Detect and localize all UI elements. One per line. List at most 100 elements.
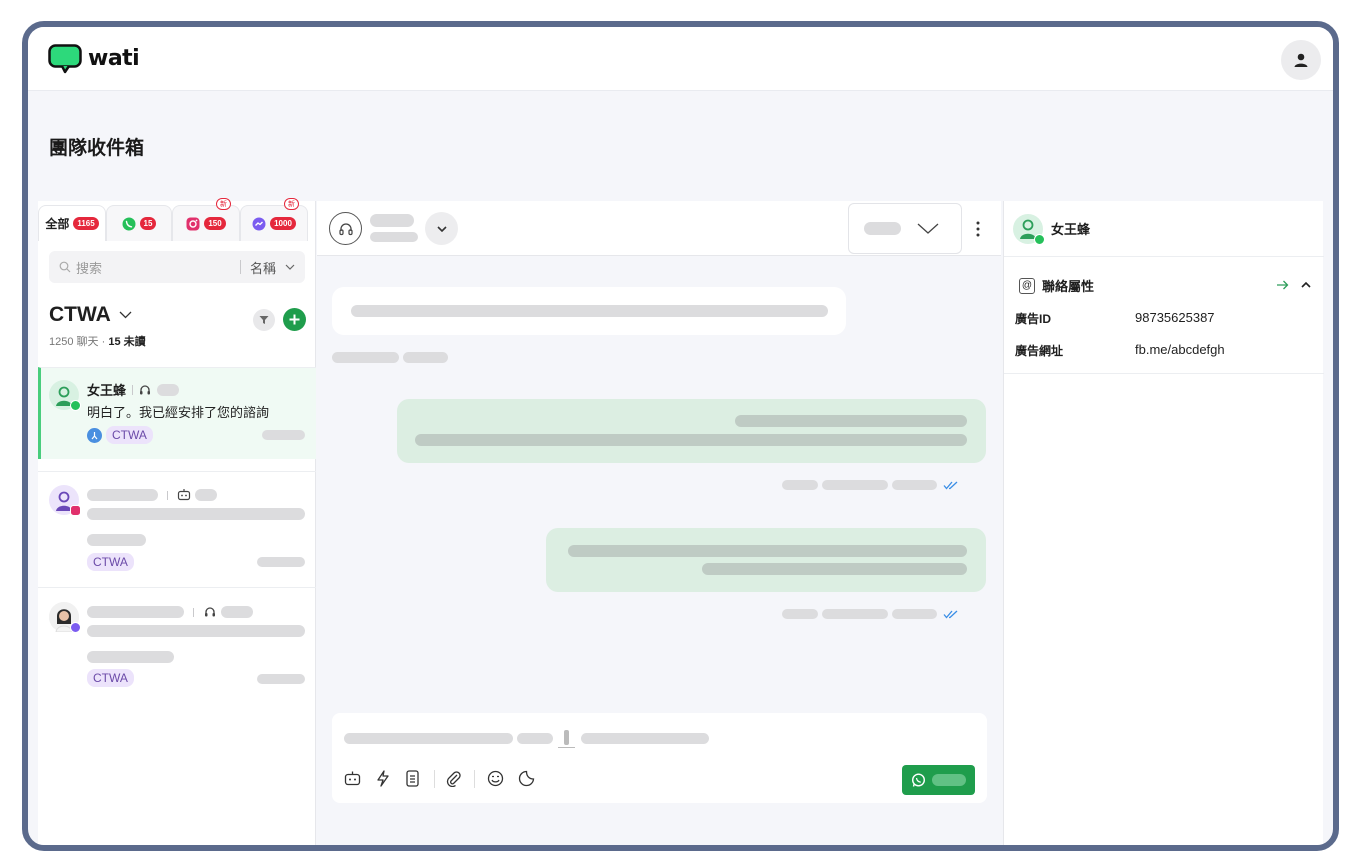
- status-dropdown[interactable]: [848, 203, 962, 254]
- chevron-down-icon: [119, 311, 132, 319]
- instagram-icon: [70, 505, 81, 516]
- divider: [474, 770, 475, 788]
- add-conversation-button[interactable]: [283, 308, 306, 331]
- tab-messenger-count: 1000: [270, 217, 296, 230]
- agent-name-placeholder: [370, 214, 414, 227]
- timestamp-placeholder: [822, 480, 888, 490]
- timestamp-placeholder: [257, 674, 305, 684]
- headset-icon: [140, 384, 151, 394]
- plus-icon: [289, 314, 300, 325]
- stats-separator: ·: [101, 336, 106, 348]
- search-input[interactable]: 搜索: [76, 258, 102, 277]
- bot-icon[interactable]: [344, 770, 361, 787]
- divider: [239, 260, 241, 274]
- outgoing-message: [546, 528, 986, 592]
- agent-placeholder: [221, 606, 253, 618]
- conversation-item[interactable]: 女王蜂 明白了。我已經安排了您的諮詢 CTWA: [38, 367, 316, 459]
- message-placeholder: [87, 534, 146, 546]
- tab-whatsapp[interactable]: 15: [106, 205, 172, 241]
- divider: [132, 384, 134, 395]
- inbox-stats: 1250 聊天 · 15 未讀: [49, 333, 146, 349]
- status-placeholder: [864, 222, 901, 235]
- message-placeholder: [735, 415, 967, 427]
- tab-messenger[interactable]: 新 1000: [240, 198, 308, 241]
- top-bar: wati: [28, 27, 1333, 91]
- sort-dropdown[interactable]: 名稱: [250, 258, 276, 277]
- tab-instagram[interactable]: 新 150: [172, 198, 240, 241]
- contact-avatar: [49, 485, 81, 516]
- agent-placeholder: [157, 383, 180, 396]
- conversation-list-panel: 全部 1165 15 新 150 新 1000 搜索 名稱 CTWA 1250 …: [38, 198, 316, 845]
- name-placeholder: [87, 489, 158, 501]
- arrow-right-icon[interactable]: [1276, 280, 1289, 290]
- agent-dropdown-button[interactable]: [425, 212, 458, 245]
- conversation-item[interactable]: CTWA: [38, 471, 316, 587]
- chevron-down-icon: [436, 225, 447, 232]
- contact-details-panel: 女王蜂 @ 聯絡屬性 廣告ID 98735625387 廣告網址 fb.me/a…: [1003, 201, 1324, 845]
- message-placeholder: [568, 545, 967, 557]
- filter-button[interactable]: [253, 309, 275, 331]
- conversation-item[interactable]: CTWA: [38, 587, 316, 703]
- tab-all[interactable]: 全部 1165: [38, 205, 106, 241]
- contact-attributes-section: @ 聯絡屬性 廣告ID 98735625387 廣告網址 fb.me/abcde…: [1004, 259, 1324, 374]
- message-placeholder: [351, 305, 828, 317]
- logo[interactable]: wati: [48, 44, 140, 74]
- search-bar[interactable]: 搜索 名稱: [49, 251, 305, 283]
- section-title: 聯絡屬性: [1042, 279, 1095, 294]
- template-icon[interactable]: [406, 770, 419, 787]
- chevron-down-icon: [285, 264, 295, 270]
- app-window: wati 團隊收件箱 全部 1165 15 新 150 新 1000 搜索 名稱…: [22, 21, 1339, 851]
- message-composer[interactable]: [332, 713, 987, 803]
- timestamp-placeholder: [262, 430, 305, 440]
- whatsapp-icon: [1034, 233, 1045, 245]
- page-title: 團隊收件箱: [49, 138, 145, 159]
- tag-badge: CTWA: [87, 669, 134, 687]
- bot-icon: [177, 489, 191, 501]
- tab-whatsapp-count: 15: [139, 217, 157, 230]
- user-account-button[interactable]: [1281, 40, 1321, 80]
- incoming-message: [332, 287, 846, 335]
- message-placeholder: [87, 625, 305, 637]
- attribute-row: 廣告ID 98735625387: [1015, 310, 1215, 327]
- whatsapp-icon: [911, 772, 926, 787]
- section-header[interactable]: @ 聯絡屬性: [1019, 276, 1094, 295]
- contact-avatar: [1013, 213, 1045, 245]
- lightning-icon[interactable]: [376, 770, 390, 787]
- instagram-icon: [186, 217, 200, 230]
- timestamp-placeholder: [892, 480, 937, 490]
- timestamp-placeholder: [782, 480, 818, 490]
- text-cursor: [558, 728, 575, 748]
- timestamp-placeholder: [822, 609, 888, 619]
- timestamp-placeholder: [332, 352, 399, 363]
- agent-avatar[interactable]: [329, 212, 362, 245]
- sticker-icon[interactable]: [518, 770, 535, 787]
- message-placeholder: [702, 563, 967, 575]
- filter-dropdown[interactable]: CTWA: [49, 303, 132, 327]
- timestamp-placeholder: [782, 609, 818, 619]
- timestamp-placeholder: [892, 609, 937, 619]
- attribute-row: 廣告網址 fb.me/abcdefgh: [1015, 342, 1225, 359]
- channel-tabs: 全部 1165 15 新 150 新 1000: [38, 198, 316, 241]
- unread-count: 15 未讀: [108, 336, 146, 348]
- attribute-key: 廣告網址: [1015, 344, 1064, 358]
- send-label-placeholder: [932, 774, 966, 786]
- double-check-icon: [943, 610, 958, 619]
- search-icon: [59, 261, 71, 273]
- divider: [193, 608, 194, 617]
- chevron-down-icon: [917, 223, 939, 234]
- emoji-icon[interactable]: [487, 770, 504, 787]
- whatsapp-icon: [122, 217, 136, 230]
- attribute-value[interactable]: fb.me/abcdefgh: [1135, 342, 1225, 359]
- attachment-icon[interactable]: [445, 770, 462, 787]
- chevron-up-icon[interactable]: [1301, 281, 1311, 288]
- name-placeholder: [87, 606, 184, 618]
- tab-all-label: 全部: [45, 217, 70, 231]
- more-vertical-icon[interactable]: [976, 221, 980, 237]
- contact-name: 女王蜂: [1051, 222, 1091, 237]
- tag-badge: CTWA: [87, 553, 134, 571]
- attribute-key: 廣告ID: [1015, 312, 1052, 326]
- send-whatsapp-button[interactable]: [902, 765, 975, 795]
- logo-text: wati: [88, 45, 140, 71]
- timestamp-placeholder: [257, 557, 305, 567]
- attribute-value[interactable]: 98735625387: [1135, 310, 1215, 327]
